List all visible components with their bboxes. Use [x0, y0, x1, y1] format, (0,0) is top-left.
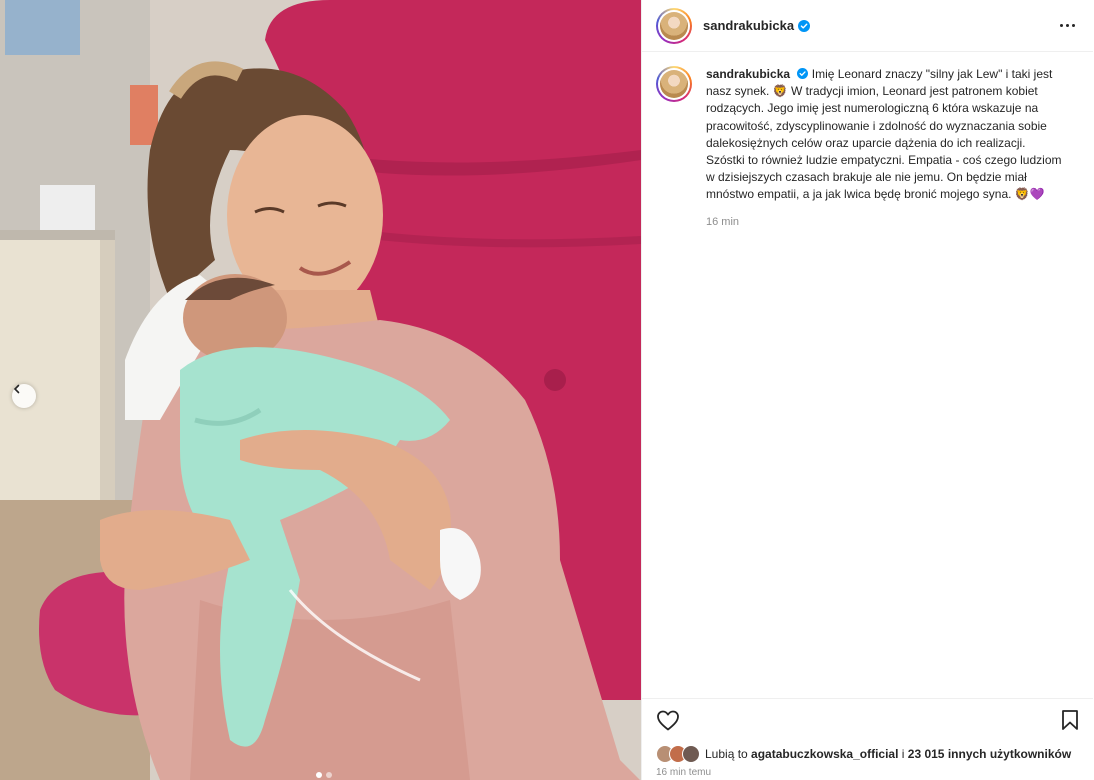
photo-illustration	[0, 0, 641, 780]
instagram-post: sandrakubicka sandrakubicka Imię Leonard…	[0, 0, 1094, 780]
carousel-dot	[326, 772, 332, 778]
verified-badge-icon	[797, 68, 809, 79]
carousel-dot	[316, 772, 322, 778]
liker-avatar	[682, 745, 700, 763]
bookmark-icon[interactable]	[1061, 709, 1079, 731]
author-avatar[interactable]	[656, 7, 692, 44]
caption-username[interactable]: sandrakubicka	[706, 67, 790, 81]
carousel-indicator	[316, 772, 332, 778]
caption-comment: sandrakubicka Imię Leonard znaczy "silny…	[656, 66, 1079, 231]
avatar-image	[660, 70, 688, 98]
post-photo	[0, 0, 641, 780]
author-username[interactable]: sandrakubicka	[703, 18, 794, 33]
caption-time[interactable]: 16 min	[706, 214, 1062, 231]
likes-prefix: Lubią to	[705, 747, 748, 761]
likes-count-text[interactable]: 23 015 innych użytkowników	[908, 747, 1071, 761]
chevron-left-icon	[13, 384, 20, 394]
post-side-panel: sandrakubicka sandrakubicka Imię Leonard…	[641, 0, 1093, 780]
action-bar	[656, 707, 1079, 733]
likes-user-link[interactable]: agatabuczkowska_official	[751, 747, 898, 761]
verified-badge-icon	[798, 19, 811, 32]
caption-text: Imię Leonard znaczy "silny jak Lew" i ta…	[706, 67, 1062, 202]
post-timestamp[interactable]: 16 min temu	[656, 767, 1079, 778]
comments-section: sandrakubicka Imię Leonard znaczy "silny…	[642, 52, 1093, 698]
caption-author-avatar[interactable]	[656, 66, 692, 102]
likes-count-link[interactable]: i 23 015 innych użytkowników	[902, 747, 1071, 761]
avatar-image	[660, 11, 688, 40]
post-header: sandrakubicka	[642, 0, 1093, 52]
caption-body: sandrakubicka Imię Leonard znaczy "silny…	[706, 66, 1062, 231]
heart-icon[interactable]	[656, 709, 680, 731]
likes-summary: Lubią to agatabuczkowska_official i 23 0…	[656, 745, 1079, 763]
liker-avatars[interactable]	[656, 745, 700, 763]
more-options-icon[interactable]	[1056, 20, 1079, 31]
carousel-prev-button[interactable]	[12, 384, 36, 408]
post-footer: Lubią to agatabuczkowska_official i 23 0…	[642, 698, 1093, 780]
